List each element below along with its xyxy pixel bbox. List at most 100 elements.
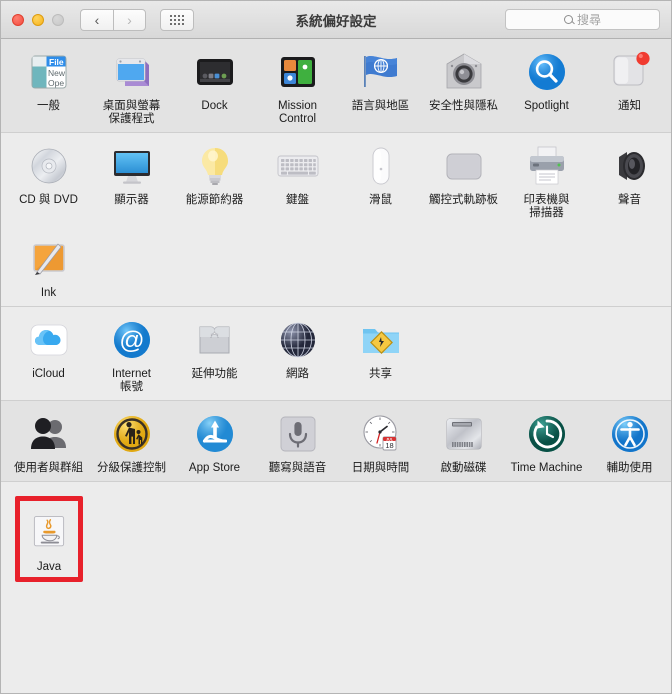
spotlight-icon [523,48,571,96]
pref-pane-label: 日期與時間 [351,462,410,474]
preference-row: File New Ope 一般 桌面與螢幕 保護程式 Dock Mission … [1,39,671,132]
pref-pane-label: 分級保護控制 [97,462,166,474]
pref-pane-network[interactable]: 網路 [256,307,339,400]
pref-pane-icloud[interactable]: iCloud [7,307,90,400]
pref-pane-label: 聽寫與語音 [268,462,327,474]
pref-pane-java[interactable]: Java [20,503,78,577]
pref-pane-energy-saver[interactable]: 能源節約器 [173,133,256,226]
accessibility-icon [606,410,654,458]
pref-pane-label: 延伸功能 [191,368,238,380]
pref-pane-label: Time Machine [510,462,583,474]
date-time-icon: JUL 18 [357,410,405,458]
pref-pane-time-machine[interactable]: Time Machine [505,401,588,481]
pref-pane-security-privacy[interactable]: 安全性與隱私 [422,39,505,132]
preference-group-internet: iCloud @ Internet 帳號 延伸功能 網路 共享 [1,307,671,401]
pref-pane-parental-controls[interactable]: 分級保護控制 [90,401,173,481]
dock-icon [191,48,239,96]
pref-pane-label: 一般 [37,100,60,112]
pref-pane-label: App Store [188,462,241,474]
preference-row: Ink [1,226,671,306]
pref-pane-app-store[interactable]: App Store [173,401,256,481]
pref-pane-startup-disk[interactable]: 啟動磁碟 [422,401,505,481]
pref-pane-label: 顯示器 [114,194,149,206]
preference-row: iCloud @ Internet 帳號 延伸功能 網路 共享 [1,307,671,400]
pref-pane-desktop-screensaver[interactable]: 桌面與螢幕 保護程式 [90,39,173,132]
svg-text:New: New [48,68,66,78]
pref-pane-label: 使用者與群組 [14,462,83,474]
pref-pane-sound[interactable]: 聲音 [588,133,671,226]
pref-pane-label: Java [36,561,62,573]
pref-pane-label: 桌面與螢幕 保護程式 [102,100,161,125]
pref-pane-label: iCloud [32,368,65,380]
pref-pane-label: 輔助使用 [606,462,653,474]
close-button[interactable] [12,13,24,26]
pref-pane-label: 安全性與隱私 [429,100,498,112]
startup-disk-icon [440,410,488,458]
pref-pane-label: Ink [40,287,57,299]
pref-pane-label: Mission Control [278,100,317,125]
forward-button[interactable]: › [113,8,146,31]
internet-accounts-icon: @ [108,316,156,364]
pref-pane-label: 網路 [286,368,309,380]
pref-pane-label: Dock [201,100,228,112]
chevron-left-icon: ‹ [94,11,100,28]
general-icon: File New Ope [25,48,73,96]
pref-pane-label: 語言與地區 [351,100,410,112]
titlebar: ‹ › 系統偏好設定 搜尋 [1,1,671,39]
pref-pane-general[interactable]: File New Ope 一般 [7,39,90,132]
pref-pane-cd-dvd[interactable]: CD 與 DVD [7,133,90,226]
preference-row: Java [1,482,671,596]
pref-pane-dictation-speech[interactable]: 聽寫與語音 [256,401,339,481]
pref-pane-label: 共享 [369,368,392,380]
pref-pane-extensions[interactable]: 延伸功能 [173,307,256,400]
pref-pane-accessibility[interactable]: 輔助使用 [588,401,671,481]
pref-pane-displays[interactable]: 顯示器 [90,133,173,226]
extensions-icon [191,316,239,364]
zoom-button[interactable] [52,13,64,26]
svg-text:18: 18 [385,441,393,450]
language-region-icon [357,48,405,96]
pref-pane-mission-control[interactable]: Mission Control [256,39,339,132]
pref-pane-notifications[interactable]: 通知 [588,39,671,132]
svg-text:Ope: Ope [48,78,64,88]
pref-pane-sharing[interactable]: 共享 [339,307,422,400]
mouse-icon [357,142,405,190]
pref-pane-users-groups[interactable]: 使用者與群組 [7,401,90,481]
notifications-icon [606,48,654,96]
show-all-button[interactable] [160,8,194,31]
dictation-speech-icon [274,410,322,458]
pref-pane-label: 鍵盤 [286,194,309,206]
back-button[interactable]: ‹ [80,8,113,31]
pref-pane-keyboard[interactable]: 鍵盤 [256,133,339,226]
pref-pane-label: CD 與 DVD [19,194,78,206]
pref-pane-spotlight[interactable]: Spotlight [505,39,588,132]
pref-pane-printers-scanners[interactable]: 印表機與 掃描器 [505,133,588,226]
pref-pane-dock[interactable]: Dock [173,39,256,132]
pref-pane-internet-accounts[interactable]: @ Internet 帳號 [90,307,173,400]
pref-pane-label: 啟動磁碟 [440,462,487,474]
pref-pane-label: 滑鼠 [369,194,392,206]
pref-pane-mouse[interactable]: 滑鼠 [339,133,422,226]
pref-pane-label: 觸控式軌跡板 [429,194,498,206]
users-groups-icon [25,410,73,458]
pref-pane-trackpad[interactable]: 觸控式軌跡板 [422,133,505,226]
pref-pane-label: 聲音 [618,194,641,206]
pref-pane-label: Internet 帳號 [112,368,151,393]
pref-pane-language-region[interactable]: 語言與地區 [339,39,422,132]
pref-pane-label: 能源節約器 [185,194,244,206]
preference-group-other: Java [1,482,671,596]
pref-pane-ink[interactable]: Ink [7,226,90,306]
chevron-right-icon: › [127,11,132,28]
system-preferences-window: ‹ › 系統偏好設定 搜尋 File New Ope 一般 桌面與螢幕 保護程式… [0,0,672,694]
minimize-button[interactable] [32,13,44,26]
cd-dvd-icon [25,142,73,190]
ink-icon [25,235,73,283]
displays-icon [108,142,156,190]
search-input[interactable]: 搜尋 [505,9,660,30]
desktop-screensaver-icon [108,48,156,96]
mission-control-icon [274,48,322,96]
pref-pane-label: 印表機與 掃描器 [523,194,570,219]
pref-pane-date-time[interactable]: JUL 18 日期與時間 [339,401,422,481]
navigation-buttons: ‹ › [80,8,146,31]
highlight-box: Java [15,496,83,582]
